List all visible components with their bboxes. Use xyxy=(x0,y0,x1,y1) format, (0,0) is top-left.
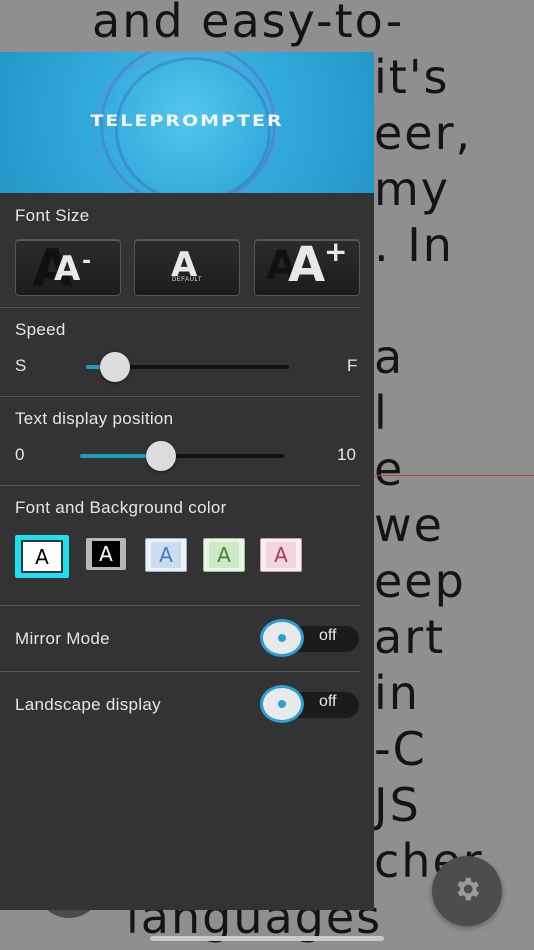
script-line: in xyxy=(374,666,420,720)
font-default-button[interactable]: A DEFAULT xyxy=(134,239,240,296)
color-option-glyph: A xyxy=(266,542,296,568)
divider xyxy=(0,605,360,606)
speed-slider-thumb[interactable] xyxy=(100,352,130,382)
gear-icon xyxy=(452,874,482,909)
text-position-min-label: 0 xyxy=(15,445,25,464)
settings-panel: TELEPROMPTER Font Size A A - A DEFAULT A… xyxy=(0,52,374,910)
teleprompter-banner: TELEPROMPTER xyxy=(0,52,374,193)
color-option-pink[interactable]: A xyxy=(260,538,302,572)
script-line: e xyxy=(374,442,405,496)
script-line: eer, xyxy=(374,106,473,160)
font-default-icon: A DEFAULT xyxy=(157,243,217,293)
default-caption: DEFAULT xyxy=(171,276,203,283)
toggle-state-text: off xyxy=(319,627,337,644)
modifier: + xyxy=(324,234,348,268)
text-position-max-label: 10 xyxy=(337,445,356,464)
landscape-display-toggle[interactable]: off xyxy=(259,685,359,723)
text-position-label: Text display position xyxy=(15,409,174,428)
speed-label: Speed xyxy=(15,320,66,339)
reading-guide-line xyxy=(374,475,534,476)
divider xyxy=(0,396,360,397)
glyph: A xyxy=(288,236,326,293)
color-option-glyph: A xyxy=(92,541,120,567)
color-scheme-label: Font and Background color xyxy=(15,498,227,517)
divider xyxy=(0,485,360,486)
script-line: it's xyxy=(374,50,450,104)
font-decrease-button[interactable]: A A - xyxy=(15,239,121,299)
landscape-display-label: Landscape display xyxy=(15,695,161,714)
script-line: a xyxy=(374,330,405,384)
font-increase-icon: A A + xyxy=(264,235,350,293)
script-line: my xyxy=(374,162,451,216)
script-line: . In xyxy=(374,218,454,272)
font-size-label: Font Size xyxy=(15,206,90,225)
font-increase-button[interactable]: A A + xyxy=(254,235,360,296)
modifier: - xyxy=(82,248,92,274)
glyph: A xyxy=(54,248,81,289)
font-decrease-icon: A A - xyxy=(28,239,108,299)
color-option-black-on-white[interactable]: A xyxy=(15,535,69,578)
speed-min-label: S xyxy=(15,356,27,375)
app-logo-title: TELEPROMPTER xyxy=(90,111,284,131)
script-line: l xyxy=(374,386,389,440)
script-line: eep xyxy=(374,554,466,608)
text-position-slider-row: 0 10 xyxy=(0,441,374,471)
speed-slider-row: S F xyxy=(0,352,374,382)
mirror-mode-toggle[interactable]: off xyxy=(259,619,359,657)
mirror-mode-label: Mirror Mode xyxy=(15,629,110,648)
settings-button[interactable] xyxy=(432,856,502,926)
color-option-blue[interactable]: A xyxy=(145,538,187,572)
toggle-state-text: off xyxy=(319,693,337,710)
color-option-glyph: A xyxy=(209,542,239,568)
toggle-knob xyxy=(260,685,304,723)
color-option-glyph: A xyxy=(151,542,181,568)
script-line: art xyxy=(374,610,446,664)
script-line: we xyxy=(374,498,444,552)
script-line: -C xyxy=(374,722,427,776)
toggle-knob xyxy=(260,619,304,657)
color-option-white-on-black[interactable]: A xyxy=(86,538,126,570)
home-indicator xyxy=(150,936,384,941)
text-position-slider-thumb[interactable] xyxy=(146,441,176,471)
script-line: and easy-to- xyxy=(92,0,405,48)
color-option-glyph: A xyxy=(21,540,63,573)
divider xyxy=(0,671,360,672)
script-line: JS xyxy=(374,778,421,832)
speed-max-label: F xyxy=(347,356,358,375)
text-position-slider[interactable] xyxy=(80,454,284,458)
divider xyxy=(0,307,360,308)
color-option-green[interactable]: A xyxy=(203,538,245,572)
